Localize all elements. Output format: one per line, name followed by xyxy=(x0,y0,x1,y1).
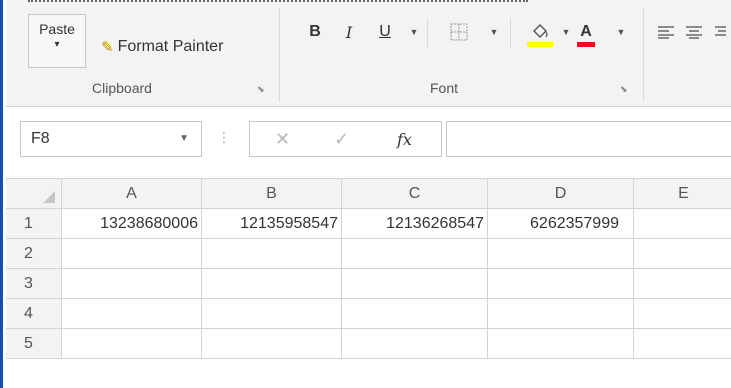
table-row: 1 13238680006 12135958547 12136268547 62… xyxy=(6,209,731,239)
column-header-d[interactable]: D xyxy=(488,179,634,209)
formula-input[interactable] xyxy=(446,121,731,157)
column-header-a[interactable]: A xyxy=(62,179,202,209)
cancel-icon[interactable]: ✕ xyxy=(275,129,290,150)
insert-function-button[interactable]: fx xyxy=(397,130,412,149)
cell-c3[interactable] xyxy=(342,269,488,299)
fill-color-swatch xyxy=(527,42,553,47)
cell-d4[interactable] xyxy=(488,299,634,329)
paintbrush-icon: ✎ xyxy=(101,39,114,56)
borders-button[interactable] xyxy=(446,18,472,46)
italic-button[interactable]: I xyxy=(340,18,358,46)
chevron-down-icon: ▼ xyxy=(561,27,571,37)
table-row: 3 xyxy=(6,269,731,299)
checkmark-icon[interactable]: ✓ xyxy=(334,129,349,150)
row-header[interactable]: 1 xyxy=(6,209,62,239)
formula-bar-splitter-icon[interactable]: ⋮ xyxy=(217,129,231,146)
fill-color-dropdown-arrow[interactable]: ▼ xyxy=(556,18,571,46)
chevron-down-icon: ▼ xyxy=(616,27,626,37)
cell-c1[interactable]: 12136268547 xyxy=(342,209,488,239)
chevron-down-icon: ▼ xyxy=(409,27,419,37)
align-right-button[interactable] xyxy=(710,18,730,46)
cell-e5[interactable] xyxy=(634,329,731,359)
table-row: 4 xyxy=(6,299,731,329)
cell-d3[interactable] xyxy=(488,269,634,299)
formula-bar: F8 ▼ ⋮ ✕ ✓ fx xyxy=(6,107,731,168)
align-left-icon xyxy=(658,26,674,39)
cell-a2[interactable] xyxy=(62,239,202,269)
row-header[interactable]: 5 xyxy=(6,329,62,359)
ribbon-top-edge xyxy=(28,0,528,4)
chevron-down-icon[interactable]: ▼ xyxy=(179,133,189,144)
cell-b5[interactable] xyxy=(202,329,342,359)
font-color-swatch xyxy=(577,42,595,47)
font-separator xyxy=(510,18,511,48)
column-header-b[interactable]: B xyxy=(202,179,342,209)
align-center-button[interactable] xyxy=(684,18,704,46)
align-center-icon xyxy=(686,26,702,39)
column-header-c[interactable]: C xyxy=(342,179,488,209)
worksheet-grid: A B C D E 1 13238680006 12135958547 1213… xyxy=(6,178,731,388)
row-header[interactable]: 4 xyxy=(6,299,62,329)
underline-button[interactable]: U xyxy=(376,18,394,46)
ribbon: Paste ▾ ✎ Format Painter Clipboard ⬊ B I… xyxy=(6,0,731,107)
paste-label: Paste xyxy=(39,21,75,37)
cell-e3[interactable] xyxy=(634,269,731,299)
name-box-value: F8 xyxy=(31,130,50,147)
group-separator xyxy=(279,8,280,102)
cell-c2[interactable] xyxy=(342,239,488,269)
cell-b1[interactable]: 12135958547 xyxy=(202,209,342,239)
font-group-label: Font xyxy=(430,80,459,96)
cell-c5[interactable] xyxy=(342,329,488,359)
paste-button[interactable]: Paste ▾ xyxy=(28,14,86,68)
cell-b2[interactable] xyxy=(202,239,342,269)
cell-e2[interactable] xyxy=(634,239,731,269)
cell-e1[interactable] xyxy=(634,209,731,239)
borders-icon xyxy=(450,23,468,41)
cell-a1[interactable]: 13238680006 xyxy=(62,209,202,239)
name-box[interactable]: F8 ▼ xyxy=(20,121,202,157)
cell-d5[interactable] xyxy=(488,329,634,359)
clipboard-group-label: Clipboard xyxy=(92,80,152,96)
paste-dropdown-arrow[interactable]: ▾ xyxy=(29,39,85,50)
table-row: 2 xyxy=(6,239,731,269)
bold-button[interactable]: B xyxy=(304,18,326,46)
cell-c4[interactable] xyxy=(342,299,488,329)
chevron-down-icon: ▼ xyxy=(489,27,499,37)
column-header-row: A B C D E xyxy=(6,179,731,209)
cell-a5[interactable] xyxy=(62,329,202,359)
cell-a4[interactable] xyxy=(62,299,202,329)
excel-window: Paste ▾ ✎ Format Painter Clipboard ⬊ B I… xyxy=(0,0,731,388)
select-all-icon xyxy=(43,191,55,203)
clipboard-launcher-icon[interactable]: ⬊ xyxy=(257,84,265,95)
font-launcher-icon[interactable]: ⬊ xyxy=(620,84,628,95)
borders-dropdown-arrow[interactable]: ▼ xyxy=(482,18,500,46)
font-color-dropdown-arrow[interactable]: ▼ xyxy=(611,18,626,46)
column-header-e[interactable]: E xyxy=(634,179,731,209)
underline-dropdown-arrow[interactable]: ▼ xyxy=(402,18,420,46)
cell-a3[interactable] xyxy=(62,269,202,299)
row-header[interactable]: 2 xyxy=(6,239,62,269)
group-separator xyxy=(643,8,644,102)
table-row: 5 xyxy=(6,329,731,359)
align-left-button[interactable] xyxy=(656,18,676,46)
fill-bucket-icon xyxy=(533,24,548,38)
align-right-icon xyxy=(715,26,726,36)
cell-e4[interactable] xyxy=(634,299,731,329)
cell-d1[interactable]: 6262357999 xyxy=(488,209,634,239)
cell-d2[interactable] xyxy=(488,239,634,269)
cell-b3[interactable] xyxy=(202,269,342,299)
formula-buttons: ✕ ✓ fx xyxy=(249,121,442,157)
cell-b4[interactable] xyxy=(202,299,342,329)
font-separator xyxy=(427,18,428,48)
format-painter-label: Format Painter xyxy=(117,38,224,55)
format-painter-button[interactable]: ✎ Format Painter xyxy=(101,34,223,60)
row-header[interactable]: 3 xyxy=(6,269,62,299)
select-all-button[interactable] xyxy=(6,179,62,209)
